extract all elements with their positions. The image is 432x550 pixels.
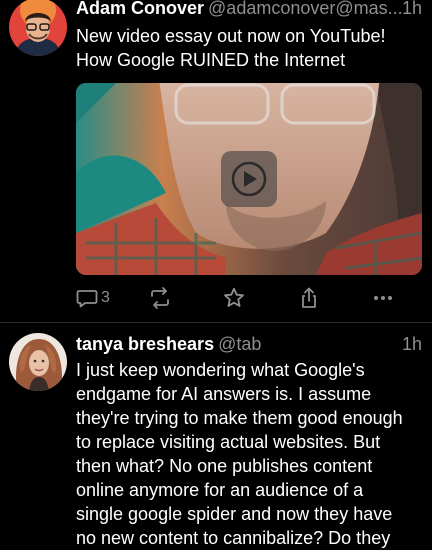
post-adam-conover[interactable]: Adam Conover @adamconover@mas... 1h New v… <box>0 0 432 322</box>
post-content[interactable]: I just keep wondering what Google's endg… <box>76 358 422 550</box>
share-icon <box>302 287 316 308</box>
reply-icon <box>76 290 98 308</box>
play-icon <box>231 161 267 197</box>
boost-icon <box>151 287 169 309</box>
more-icon <box>374 296 392 300</box>
display-name[interactable]: tanya breshears <box>76 334 214 354</box>
display-name[interactable]: Adam Conover <box>76 0 204 18</box>
star-icon <box>224 287 244 307</box>
avatar[interactable] <box>9 333 67 391</box>
reply-count: 3 <box>101 289 110 306</box>
more-button[interactable] <box>371 286 395 310</box>
post-content-line: How Google RUINED the Internet <box>76 50 346 70</box>
video-thumbnail[interactable] <box>76 83 422 275</box>
post-content[interactable]: New video essay out now on YouTube! How … <box>76 24 422 72</box>
post-tanya-breshears[interactable]: tanya breshears @tab 1h I just keep wonde… <box>0 323 432 548</box>
reply-button[interactable]: 3 <box>76 286 116 310</box>
account-handle[interactable]: @tab <box>218 334 261 354</box>
post-header: tanya breshears @tab 1h <box>76 333 422 357</box>
post-content-line: then what? No one publishes content <box>76 456 373 476</box>
post-content-line: to replace visiting actual websites. But <box>76 432 381 452</box>
play-button[interactable] <box>221 151 277 207</box>
post-content-line: endgame for AI answers is. I assume <box>76 384 372 404</box>
share-button[interactable] <box>297 286 321 310</box>
post-content-line: online anymore for an audience of a <box>76 480 364 500</box>
avatar[interactable] <box>9 0 67 56</box>
post-content-line: I just keep wondering what Google's <box>76 360 365 380</box>
favourite-button[interactable] <box>222 286 246 310</box>
account-handle[interactable]: @adamconover@mas... <box>208 0 403 18</box>
post-timestamp[interactable]: 1h <box>402 333 422 355</box>
boost-button[interactable] <box>148 286 172 310</box>
post-actions: 3 <box>76 286 406 310</box>
post-content-line: they're trying to make them good enough <box>76 408 403 428</box>
post-timestamp[interactable]: 1h <box>402 0 422 19</box>
post-header: Adam Conover @adamconover@mas... 1h <box>76 0 422 21</box>
post-content-line: New video essay out now on YouTube! <box>76 26 386 46</box>
post-content-line: no new content to cannibalize? Do they <box>76 528 391 548</box>
post-content-line: single google spider and now they have <box>76 504 393 524</box>
